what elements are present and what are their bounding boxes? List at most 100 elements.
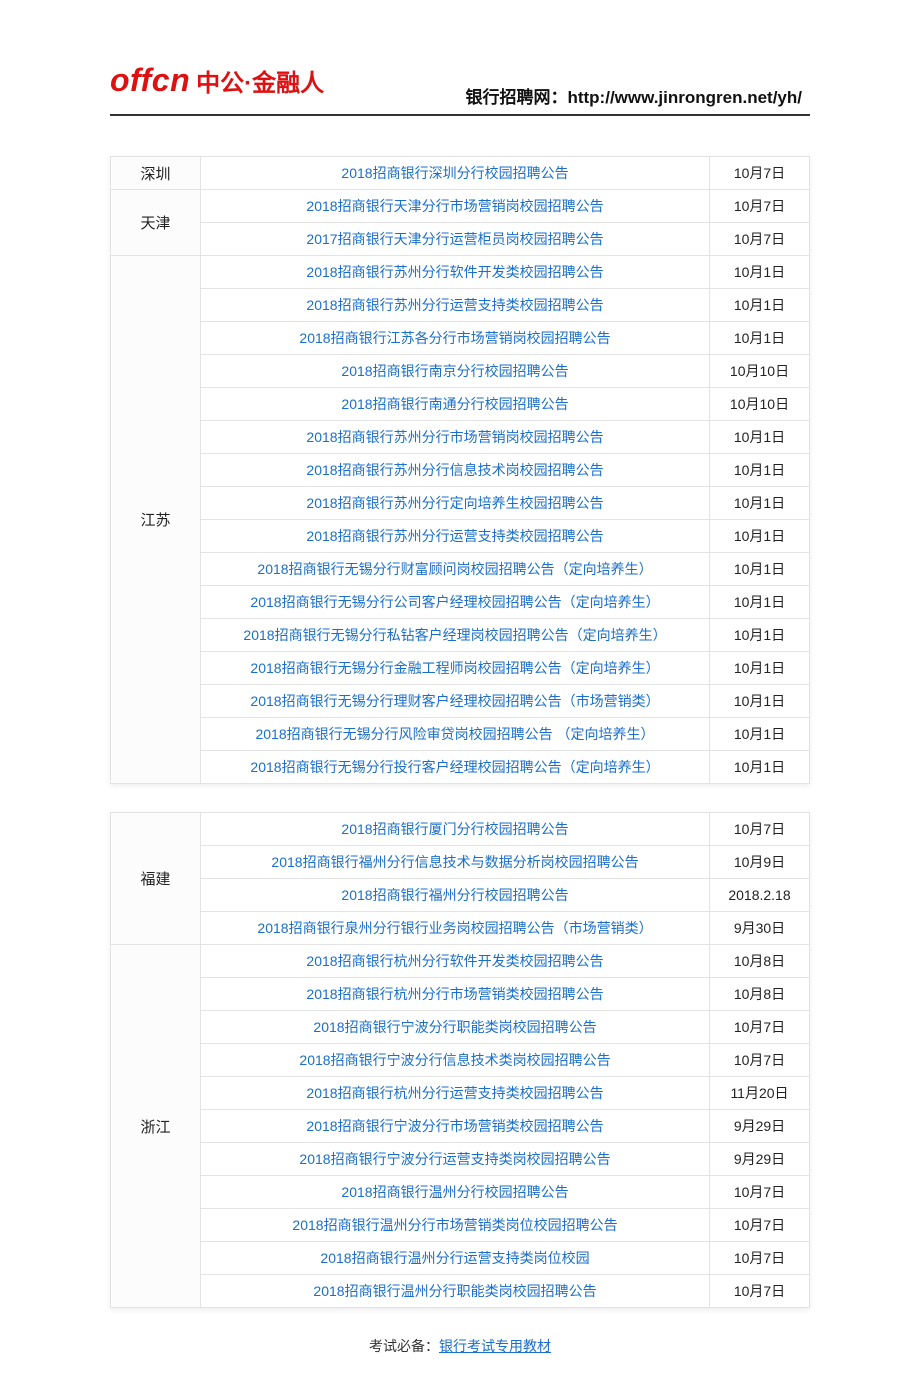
title-cell: 2018招商银行江苏各分行市场营销岗校园招聘公告: [201, 322, 710, 355]
posting-link[interactable]: 2018招商银行厦门分行校园招聘公告: [341, 821, 568, 837]
posting-link[interactable]: 2018招商银行泉州分行银行业务岗校园招聘公告（市场营销类）: [257, 920, 652, 936]
table-row: 2018招商银行福州分行信息技术与数据分析岗校园招聘公告10月9日: [111, 846, 810, 879]
table-row: 浙江2018招商银行杭州分行软件开发类校园招聘公告10月8日: [111, 945, 810, 978]
posting-link[interactable]: 2018招商银行温州分行职能类岗校园招聘公告: [313, 1283, 596, 1299]
page-header: offcn 中公·金融人 银行招聘网：http://www.jinrongren…: [110, 62, 810, 116]
date-cell: 10月7日: [710, 813, 810, 846]
posting-link[interactable]: 2018招商银行无锡分行财富顾问岗校园招聘公告（定向培养生）: [257, 561, 652, 577]
title-cell: 2018招商银行天津分行市场营销岗校园招聘公告: [201, 190, 710, 223]
posting-link[interactable]: 2018招商银行宁波分行信息技术类岗校园招聘公告: [299, 1052, 610, 1068]
footer-prefix: 考试必备：: [369, 1338, 439, 1354]
posting-link[interactable]: 2018招商银行无锡分行风险审贷岗校园招聘公告 （定向培养生）: [255, 726, 654, 742]
table-row: 深圳2018招商银行深圳分行校园招聘公告10月7日: [111, 157, 810, 190]
table-row: 2018招商银行无锡分行理财客户经理校园招聘公告（市场营销类） 10月1日: [111, 685, 810, 718]
table-row: 2018招商银行温州分行运营支持类岗位校园 10月7日: [111, 1242, 810, 1275]
table-row: 福建2018招商银行厦门分行校园招聘公告10月7日: [111, 813, 810, 846]
posting-link[interactable]: 2018招商银行温州分行市场营销类岗位校园招聘公告: [292, 1217, 617, 1233]
date-cell: 10月8日: [710, 978, 810, 1011]
date-cell: 10月1日: [710, 256, 810, 289]
table-row: 2018招商银行泉州分行银行业务岗校园招聘公告（市场营销类） 9月30日: [111, 912, 810, 945]
date-cell: 10月7日: [710, 1242, 810, 1275]
posting-link[interactable]: 2018招商银行天津分行市场营销岗校园招聘公告: [306, 198, 603, 214]
table-row: 2018招商银行杭州分行运营支持类校园招聘公告11月20日: [111, 1077, 810, 1110]
table-row: 2018招商银行南通分行校园招聘公告 10月10日: [111, 388, 810, 421]
region-cell: 深圳: [111, 157, 201, 190]
posting-link[interactable]: 2017招商银行天津分行运营柜员岗校园招聘公告: [306, 231, 603, 247]
posting-link[interactable]: 2018招商银行温州分行运营支持类岗位校园: [320, 1250, 589, 1266]
date-cell: 10月10日: [710, 388, 810, 421]
posting-link[interactable]: 2018招商银行杭州分行软件开发类校园招聘公告: [306, 953, 603, 969]
posting-link[interactable]: 2018招商银行无锡分行金融工程师岗校园招聘公告（定向培养生）: [250, 660, 659, 676]
logo-offcn: offcn: [110, 62, 190, 99]
posting-link[interactable]: 2018招商银行宁波分行市场营销类校园招聘公告: [306, 1118, 603, 1134]
table-row: 2018招商银行温州分行校园招聘公告 10月7日: [111, 1176, 810, 1209]
posting-link[interactable]: 2018招商银行苏州分行运营支持类校园招聘公告: [306, 297, 603, 313]
region-cell: 福建: [111, 813, 201, 945]
table-row: 2018招商银行苏州分行市场营销岗校园招聘公告10月1日: [111, 421, 810, 454]
title-cell: 2018招商银行温州分行市场营销类岗位校园招聘公告: [201, 1209, 710, 1242]
date-cell: 9月30日: [710, 912, 810, 945]
table-row: 2018招商银行杭州分行市场营销类校园招聘公告 10月8日: [111, 978, 810, 1011]
date-cell: 10月1日: [710, 586, 810, 619]
date-cell: 9月29日: [710, 1143, 810, 1176]
logo-cn: 中公·金融人: [196, 63, 324, 98]
title-cell: 2018招商银行深圳分行校园招聘公告: [201, 157, 710, 190]
posting-link[interactable]: 2018招商银行宁波分行职能类岗校园招聘公告: [313, 1019, 596, 1035]
title-cell: 2018招商银行苏州分行运营支持类校园招聘公告: [201, 289, 710, 322]
posting-link[interactable]: 2018招商银行无锡分行理财客户经理校园招聘公告（市场营销类）: [250, 693, 659, 709]
posting-link[interactable]: 2018招商银行杭州分行市场营销类校园招聘公告: [306, 986, 603, 1002]
posting-link[interactable]: 2018招商银行杭州分行运营支持类校园招聘公告: [306, 1085, 603, 1101]
recruitment-table-2: 福建2018招商银行厦门分行校园招聘公告10月7日2018招商银行福州分行信息技…: [110, 812, 810, 1308]
date-cell: 10月8日: [710, 945, 810, 978]
date-cell: 9月29日: [710, 1110, 810, 1143]
date-cell: 10月7日: [710, 1176, 810, 1209]
table-row: 2018招商银行宁波分行职能类岗校园招聘公告 10月7日: [111, 1011, 810, 1044]
date-cell: 10月1日: [710, 718, 810, 751]
title-cell: 2018招商银行泉州分行银行业务岗校园招聘公告（市场营销类）: [201, 912, 710, 945]
date-cell: 10月7日: [710, 223, 810, 256]
posting-link[interactable]: 2018招商银行南通分行校园招聘公告: [341, 396, 568, 412]
title-cell: 2018招商银行南京分行校园招聘公告: [201, 355, 710, 388]
date-cell: 10月1日: [710, 751, 810, 784]
recruitment-table-1: 深圳2018招商银行深圳分行校园招聘公告10月7日天津2018招商银行天津分行市…: [110, 156, 810, 784]
date-cell: 10月7日: [710, 1275, 810, 1308]
posting-link[interactable]: 2018招商银行无锡分行公司客户经理校园招聘公告（定向培养生）: [250, 594, 659, 610]
posting-link[interactable]: 2018招商银行苏州分行运营支持类校园招聘公告: [306, 528, 603, 544]
title-cell: 2018招商银行无锡分行金融工程师岗校园招聘公告（定向培养生）: [201, 652, 710, 685]
title-cell: 2018招商银行福州分行信息技术与数据分析岗校园招聘公告: [201, 846, 710, 879]
date-cell: 10月1日: [710, 619, 810, 652]
title-cell: 2018招商银行宁波分行信息技术类岗校园招聘公告: [201, 1044, 710, 1077]
posting-link[interactable]: 2018招商银行温州分行校园招聘公告: [341, 1184, 568, 1200]
posting-link[interactable]: 2018招商银行福州分行校园招聘公告: [341, 887, 568, 903]
posting-link[interactable]: 2018招商银行宁波分行运营支持类岗校园招聘公告: [299, 1151, 610, 1167]
footer-link[interactable]: 银行考试专用教材: [439, 1338, 551, 1354]
date-cell: 10月7日: [710, 1011, 810, 1044]
table-row: 江苏2018招商银行苏州分行软件开发类校园招聘公告10月1日: [111, 256, 810, 289]
date-cell: 10月1日: [710, 520, 810, 553]
header-right: 银行招聘网：http://www.jinrongren.net/yh/: [465, 83, 810, 108]
title-cell: 2018招商银行温州分行校园招聘公告: [201, 1176, 710, 1209]
table-row: 2018招商银行宁波分行市场营销类校园招聘公告 9月29日: [111, 1110, 810, 1143]
date-cell: 10月1日: [710, 322, 810, 355]
date-cell: 10月1日: [710, 454, 810, 487]
posting-link[interactable]: 2018招商银行南京分行校园招聘公告: [341, 363, 568, 379]
date-cell: 10月7日: [710, 1044, 810, 1077]
table-row: 2018招商银行苏州分行运营支持类校园招聘公告 10月1日: [111, 520, 810, 553]
title-cell: 2018招商银行苏州分行运营支持类校园招聘公告: [201, 520, 710, 553]
table-row: 2018招商银行温州分行职能类岗校园招聘公告 10月7日: [111, 1275, 810, 1308]
title-cell: 2018招商银行杭州分行软件开发类校园招聘公告: [201, 945, 710, 978]
posting-link[interactable]: 2018招商银行江苏各分行市场营销岗校园招聘公告: [299, 330, 610, 346]
posting-link[interactable]: 2018招商银行无锡分行私钻客户经理岗校园招聘公告（定向培养生）: [243, 627, 666, 643]
table-row: 2018招商银行无锡分行私钻客户经理岗校园招聘公告（定向培养生） 10月1日: [111, 619, 810, 652]
posting-link[interactable]: 2018招商银行苏州分行市场营销岗校园招聘公告: [306, 429, 603, 445]
date-cell: 10月1日: [710, 685, 810, 718]
posting-link[interactable]: 2018招商银行无锡分行投行客户经理校园招聘公告（定向培养生）: [250, 759, 659, 775]
posting-link[interactable]: 2018招商银行福州分行信息技术与数据分析岗校园招聘公告: [271, 854, 638, 870]
posting-link[interactable]: 2018招商银行苏州分行软件开发类校园招聘公告: [306, 264, 603, 280]
posting-link[interactable]: 2018招商银行深圳分行校园招聘公告: [341, 165, 568, 181]
date-cell: 10月10日: [710, 355, 810, 388]
title-cell: 2018招商银行福州分行校园招聘公告: [201, 879, 710, 912]
posting-link[interactable]: 2018招商银行苏州分行信息技术岗校园招聘公告: [306, 462, 603, 478]
posting-link[interactable]: 2018招商银行苏州分行定向培养生校园招聘公告: [306, 495, 603, 511]
title-cell: 2018招商银行南通分行校园招聘公告: [201, 388, 710, 421]
